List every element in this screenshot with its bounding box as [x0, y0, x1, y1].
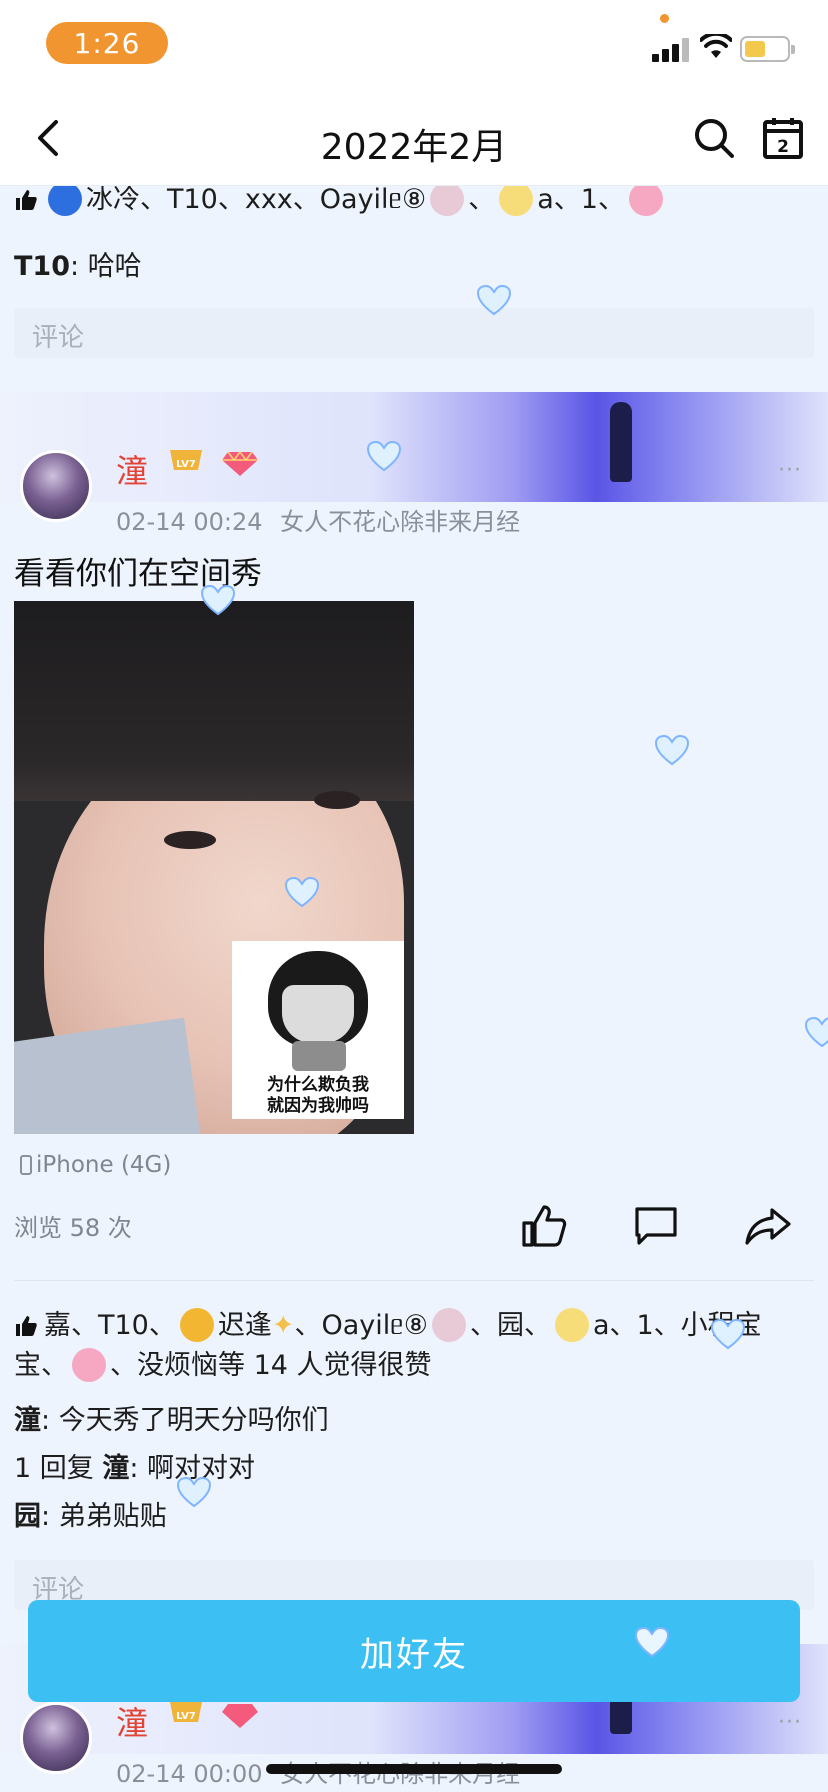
share-icon: [745, 1208, 791, 1245]
sparkle-icon: ✦: [271, 1310, 295, 1341]
meme-sticker: 为什么欺负我 就因为我帅吗: [232, 941, 404, 1119]
user-avatar-small: [72, 1348, 106, 1382]
post-device: iPhone (4G): [20, 1152, 171, 1178]
post-author[interactable]: 潼: [116, 446, 148, 492]
comment-icon: [635, 1207, 677, 1245]
device-label: iPhone (4G): [36, 1152, 172, 1178]
thumbs-up-icon: [16, 1316, 37, 1336]
meme-caption-line: 为什么欺负我: [267, 1075, 369, 1095]
svg-text:2: 2: [777, 137, 789, 157]
diamond-badge-icon: [222, 450, 258, 476]
comment-text: 今天秀了明天分吗你们: [58, 1405, 329, 1436]
floating-heart-icon: [804, 1016, 828, 1048]
home-indicator[interactable]: [266, 1764, 562, 1774]
user-avatar-small: [499, 186, 534, 216]
comment-author[interactable]: 潼: [14, 1405, 41, 1436]
banner-figure: [610, 402, 632, 482]
user-avatar-small: [628, 186, 663, 216]
likes-names: 、园、: [469, 1310, 551, 1341]
status-time: 1:26: [46, 22, 168, 64]
post-more-button[interactable]: ···: [778, 458, 802, 483]
floating-heart-icon: [200, 584, 236, 616]
floating-heart-icon: [176, 1476, 212, 1508]
floating-heart-icon: [476, 284, 512, 316]
avatar[interactable]: [20, 1702, 92, 1774]
likes-names: 冰冷、T10、xxx、Oayilᥱ⑧: [86, 186, 427, 215]
feed: 冰冷、T10、xxx、Oayilᥱ⑧、 a、1、 T10: 哈哈 评论 潼 LV7…: [0, 186, 828, 1792]
reply-prefix: 1 回复: [14, 1453, 94, 1484]
thumbs-up-icon: [16, 190, 37, 210]
comment-item: 园: 弟弟贴贴: [14, 1501, 167, 1532]
floating-heart-icon: [710, 1318, 746, 1350]
comment-author[interactable]: 潼: [102, 1453, 129, 1484]
floating-heart-icon: [284, 876, 320, 908]
phone-icon: [20, 1155, 32, 1175]
diamond-badge-icon: [222, 1704, 258, 1728]
meme-caption-line: 就因为我帅吗: [267, 1096, 369, 1116]
search-button[interactable]: [692, 116, 740, 164]
wifi-icon: [700, 34, 732, 58]
thumbs-up-icon: [522, 1205, 567, 1247]
status-bar: 1:26: [0, 0, 828, 90]
comment-item: T10: 哈哈: [14, 251, 142, 282]
post-timestamp: 02-14 00:00: [116, 1760, 263, 1788]
user-avatar-small: [554, 1308, 589, 1342]
vip-level-badge-icon: LV7: [170, 450, 202, 470]
avatar[interactable]: [20, 450, 92, 522]
calendar-icon: 2: [763, 118, 803, 159]
floating-heart-icon: [654, 734, 690, 766]
comment-text: 弟弟贴贴: [58, 1501, 167, 1532]
battery-icon: [740, 36, 795, 62]
meme-caption: 为什么欺负我 就因为我帅吗: [232, 1075, 404, 1117]
add-friend-button[interactable]: 加好友: [28, 1600, 800, 1702]
post-author[interactable]: 潼: [116, 1698, 148, 1744]
divider: [14, 1280, 814, 1281]
vip-level-badge-icon: LV7: [170, 1702, 202, 1722]
meme-face: [282, 985, 354, 1043]
post-more-button[interactable]: ···: [778, 1710, 802, 1735]
comment-input[interactable]: 评论: [14, 308, 814, 358]
comment-author[interactable]: T10: [14, 251, 70, 282]
user-avatar-small: [179, 1308, 214, 1342]
svg-text:LV7: LV7: [176, 459, 196, 470]
comment-author[interactable]: 园: [14, 1501, 41, 1532]
user-avatar-small: [431, 1308, 466, 1342]
svg-text:LV7: LV7: [176, 1711, 196, 1722]
navigation-bar: 2022年2月 2: [0, 90, 828, 186]
photo-hair: [14, 601, 414, 801]
user-avatar-small: [430, 186, 465, 216]
meme-body: [292, 1041, 346, 1071]
photo-shirt: [14, 1017, 203, 1134]
cellular-signal-icon: [652, 38, 692, 62]
post-photo[interactable]: 为什么欺负我 就因为我帅吗: [14, 601, 414, 1134]
post-meta: 02-14 00:24 女人不花心除非来月经: [116, 502, 520, 537]
user-avatar-small: [48, 186, 82, 216]
search-icon: [695, 119, 734, 158]
like-button[interactable]: [516, 1198, 572, 1254]
floating-heart-icon: [366, 440, 402, 472]
floating-heart-icon: [634, 1626, 670, 1658]
calendar-button[interactable]: 2: [762, 116, 810, 164]
comment-item: 潼: 今天秀了明天分吗你们: [14, 1405, 329, 1436]
photo-eye: [314, 791, 360, 809]
post-timestamp: 02-14 00:24: [116, 508, 263, 536]
likes-names: 嘉、T10、: [44, 1310, 176, 1341]
photo-eye: [164, 831, 216, 849]
post-likes[interactable]: 嘉、T10、 迟逢✦、Oayilᥱ⑧ 、园、 a、1、小程宝宝、 、没烦恼等 14 人觉…: [14, 1306, 814, 1386]
post-views: 浏览 58 次: [14, 1214, 132, 1242]
likes-names: a、1、: [537, 186, 625, 215]
privacy-indicator-dot: [660, 14, 669, 23]
likes-names: 、Oayilᥱ⑧: [294, 1310, 428, 1341]
likes-summary: 、没烦恼等 14 人觉得很赞: [110, 1350, 432, 1381]
comment-text: 哈哈: [87, 251, 142, 282]
post-signature: 女人不花心除非来月经: [280, 508, 521, 536]
share-button[interactable]: [740, 1198, 796, 1254]
comment-reply-item: 1 回复 潼: 啊对对对: [14, 1453, 256, 1484]
comment-button[interactable]: [628, 1198, 684, 1254]
likes-names: 迟逢: [217, 1310, 272, 1341]
prev-post-likes: 冰冷、T10、xxx、Oayilᥱ⑧、 a、1、: [14, 186, 814, 220]
